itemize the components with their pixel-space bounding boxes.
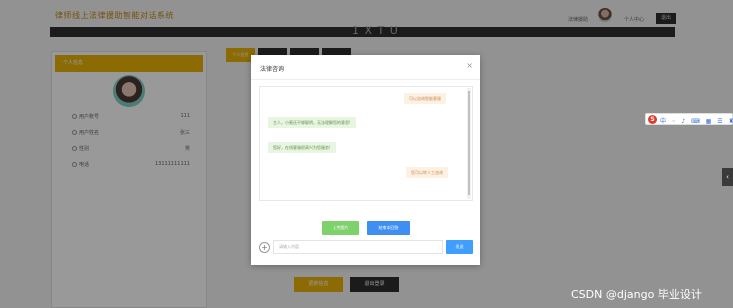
end-answer-button[interactable]: 结束本回答 [367,221,410,235]
divider [251,79,480,80]
dialog-title: 法律咨询 [260,66,285,73]
chat-message-bot: 主人，小蜜还不够聪明，无法理解您的意思! [268,117,356,128]
chat-history[interactable]: 可以咨询智能客服 主人，小蜜还不够聪明，无法理解您的意思! 您好，在线客服很高兴… [259,86,473,201]
message-input[interactable]: 请输入内容 [273,240,443,254]
ime-toolbar[interactable]: S 中 ◦ ♪ ⌨ ▦ ☰ ♜ ▦ ⋯ [645,113,733,125]
scrollbar-thumb[interactable] [468,91,470,195]
close-icon[interactable]: × [466,61,473,70]
send-button[interactable]: 发送 [446,240,473,254]
chevron-left-icon[interactable]: ‹ [722,168,733,186]
ime-toolbar-icons[interactable]: 中 ◦ ♪ ⌨ ▦ ☰ ♜ ▦ ⋯ [660,116,733,125]
chat-message-bot: 您好，在线客服很高兴为您服务! [268,142,336,153]
watermark: CSDN @django 毕业设计 [571,288,702,301]
chat-message-user: 您可以转人工咨询 [406,167,448,178]
sogou-logo-icon[interactable]: S [648,115,657,124]
legal-consult-dialog: 法律咨询 × 可以咨询智能客服 主人，小蜜还不够聪明，无法理解您的意思! 您好，… [251,55,480,265]
upload-image-button[interactable]: 上传图片 [322,221,359,235]
chat-message-user: 可以咨询智能客服 [404,93,446,104]
chat-scrollbar[interactable] [467,88,471,199]
plus-icon[interactable]: + [259,242,270,253]
